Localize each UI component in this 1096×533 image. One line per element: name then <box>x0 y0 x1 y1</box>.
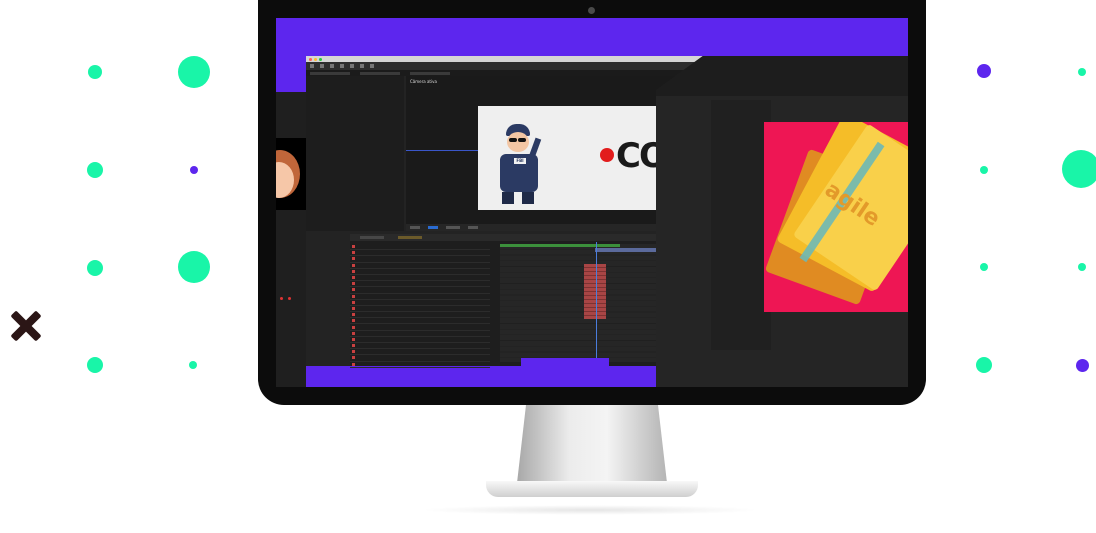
work-area-bar[interactable] <box>500 244 620 247</box>
selection-tool-icon[interactable] <box>320 64 324 68</box>
home-icon[interactable] <box>310 64 314 68</box>
book-artwork: agile <box>764 122 908 312</box>
decor-dot <box>1062 150 1096 188</box>
property-row[interactable] <box>711 116 771 124</box>
monitor: Câmera ativa FBI CO agile <box>258 0 926 405</box>
decor-dot <box>88 65 102 79</box>
zoom-tool-icon[interactable] <box>340 64 344 68</box>
monitor-stand <box>517 405 667 483</box>
layer-row[interactable] <box>350 362 490 368</box>
camera-icon <box>588 7 595 14</box>
decor-dot <box>977 64 991 78</box>
tab-layer[interactable] <box>410 71 450 75</box>
tab-project[interactable] <box>310 71 350 75</box>
decor-dot <box>980 166 988 174</box>
tab-timeline-1[interactable] <box>360 236 384 239</box>
decor-dot <box>87 260 103 276</box>
tab-composition[interactable] <box>360 71 400 75</box>
property-row[interactable] <box>711 100 771 108</box>
composition-canvas[interactable]: FBI CO <box>478 106 664 210</box>
monitor-screen: Câmera ativa FBI CO agile <box>276 18 908 387</box>
minimize-window-button[interactable] <box>314 57 317 61</box>
properties-panel <box>711 100 771 350</box>
project-panel <box>306 76 404 231</box>
decor-dot <box>178 251 210 283</box>
decor-dot <box>87 162 103 178</box>
decor-dot <box>189 361 197 369</box>
close-window-button[interactable] <box>309 57 312 61</box>
agent-illustration: FBI <box>496 120 542 206</box>
hand-tool-icon[interactable] <box>330 64 334 68</box>
avatar <box>276 138 306 210</box>
zoom-dropdown[interactable] <box>410 226 420 229</box>
side-panel <box>276 92 306 387</box>
property-row[interactable] <box>711 108 771 116</box>
monitor-shadow <box>420 505 760 515</box>
maximize-window-button[interactable] <box>319 57 322 61</box>
pen-tool-icon[interactable] <box>360 64 364 68</box>
camera-tool-icon[interactable] <box>350 64 354 68</box>
viewer-label: Câmera ativa <box>410 79 437 84</box>
decor-dot <box>976 357 992 373</box>
view-dropdown[interactable] <box>468 226 478 229</box>
close-icon <box>10 310 42 342</box>
resolution-dropdown[interactable] <box>428 226 438 229</box>
decor-dot <box>980 263 988 271</box>
property-row[interactable] <box>711 124 771 132</box>
decor-dot <box>87 357 103 373</box>
decor-dot <box>1076 359 1089 372</box>
layer-list <box>350 244 490 368</box>
decor-dot <box>1078 263 1086 271</box>
decor-dot <box>190 166 198 174</box>
decor-dot <box>178 56 210 88</box>
screen-overlay-block <box>521 358 609 387</box>
keyframe-block[interactable] <box>584 264 606 319</box>
text-tool-icon[interactable] <box>370 64 374 68</box>
camera-dropdown[interactable] <box>446 226 460 229</box>
monitor-base <box>486 481 698 497</box>
decor-dot <box>1078 68 1086 76</box>
tab-timeline-2[interactable] <box>398 236 422 239</box>
playhead[interactable] <box>596 242 597 364</box>
secondary-editor-window: agile <box>656 56 908 387</box>
fbi-badge: FBI <box>516 158 524 163</box>
splash-graphic <box>600 148 614 162</box>
